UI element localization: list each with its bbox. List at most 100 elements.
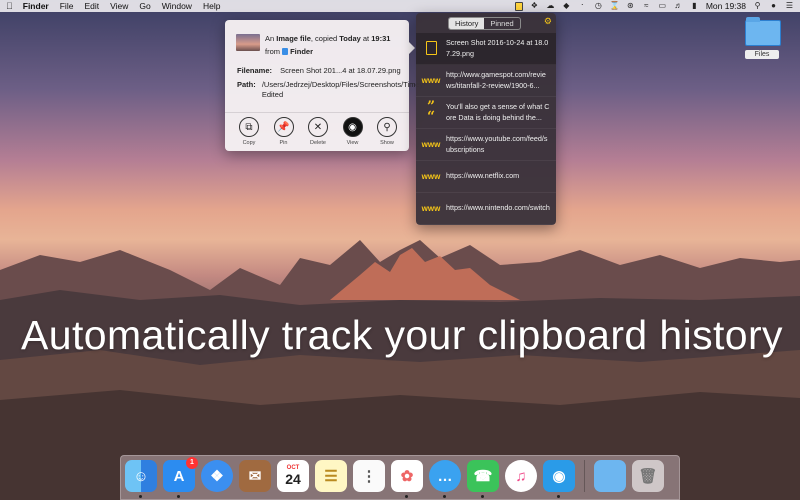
document-icon: [416, 40, 446, 57]
filename-label: Filename:: [237, 66, 273, 75]
hourglass-icon[interactable]: ⌛: [610, 2, 620, 10]
list-item[interactable]: ” “ You'll also get a sense of what Core …: [416, 97, 556, 129]
clock-icon[interactable]: ◷: [594, 2, 603, 10]
menu-window[interactable]: Window: [162, 1, 192, 11]
photos-dock-icon[interactable]: ✿: [391, 460, 423, 498]
hero-headline: Automatically track your clipboard histo…: [21, 312, 783, 358]
filename-row: Filename: Screen Shot 201...4 at 18.07.2…: [237, 66, 401, 76]
tweetbot-dock-icon[interactable]: ◉: [543, 460, 575, 498]
clip-text: http://www.gamespot.com/reviews/titanfal…: [446, 70, 546, 90]
desc-when: Today: [339, 34, 361, 43]
show-label: Show: [380, 140, 394, 146]
clip-detail-popup: An Image file, copied Today at 19:31 fro…: [225, 20, 424, 151]
show-button[interactable]: ⚲ Show: [373, 117, 401, 146]
clipboard-history-panel: History Pinned ⚙ Screen Shot 2016-10-24 …: [416, 13, 556, 225]
gear-icon[interactable]: ⚙: [544, 16, 552, 27]
www-icon: www: [421, 172, 441, 181]
list-item[interactable]: Screen Shot 2016-10-24 at 18.07.29.png: [416, 33, 556, 65]
pin-icon: 📌: [273, 117, 294, 137]
delete-button[interactable]: ✕ Delete: [304, 117, 332, 146]
tab-pinned[interactable]: Pinned: [484, 18, 519, 29]
desc-at: at: [362, 34, 370, 43]
view-label: View: [346, 140, 359, 146]
folder-icon: [745, 17, 781, 46]
eye-icon: ◉: [342, 117, 363, 137]
list-item[interactable]: www https://www.nintendo.com/switch: [416, 193, 556, 225]
filename-value: Screen Shot 201...4 at 18.07.29.png: [280, 66, 401, 75]
www-icon: www: [421, 76, 441, 85]
itunes-dock-icon[interactable]: ♫: [505, 460, 537, 492]
cloud-icon[interactable]: ☁: [546, 2, 555, 10]
tab-history[interactable]: History: [449, 18, 485, 29]
menu-app-name[interactable]: Finder: [23, 1, 49, 11]
bluetooth-status-icon[interactable]: ⊛: [626, 2, 635, 10]
desktop-folder[interactable]: Files: [745, 17, 783, 59]
clipboard-menubar-icon[interactable]: [514, 1, 523, 11]
finder-dock-icon[interactable]: ☺: [125, 460, 157, 498]
desc-copied: , copied: [310, 34, 338, 43]
calendar-dock-icon[interactable]: OCT 24: [277, 460, 309, 492]
menu-go[interactable]: Go: [139, 1, 150, 11]
dock-separator: [584, 460, 585, 492]
siri-icon[interactable]: ●: [769, 2, 778, 10]
path-value: /Users/Jedrzej/Desktop/Files/Screenshots…: [261, 80, 424, 99]
dropbox-icon[interactable]: ❖: [530, 2, 539, 10]
pin-label: Pin: [279, 140, 288, 146]
reminders-dock-icon[interactable]: ⋮: [353, 460, 385, 492]
safari-dock-icon[interactable]: ❖: [201, 460, 233, 492]
menu-bar:  Finder File Edit View Go Window Help ❖…: [0, 0, 800, 12]
quote-icon: ” “: [426, 98, 436, 125]
dock: ☺ A1 ❖ ✉ OCT 24 ☰ ⋮ ✿ … ☎ ♫ ◉ 🗑: [120, 455, 680, 500]
panel-tabs: History Pinned: [448, 17, 521, 30]
clip-text: Screen Shot 2016-10-24 at 18.07.29.png: [446, 38, 549, 58]
clip-list: Screen Shot 2016-10-24 at 18.07.29.png w…: [416, 33, 556, 225]
apple-menu-icon[interactable]: : [6, 1, 13, 11]
facetime-dock-icon[interactable]: ☎: [467, 460, 499, 498]
folder-dock-icon[interactable]: [594, 460, 626, 492]
spotlight-icon[interactable]: ⚲: [753, 2, 762, 10]
bluetooth-icon[interactable]: ᛫: [578, 2, 587, 10]
desc-prefix: An: [265, 34, 275, 43]
desc-from: from: [265, 47, 280, 56]
menu-help[interactable]: Help: [203, 1, 220, 11]
list-item[interactable]: www https://www.youtube.com/feed/subscri…: [416, 129, 556, 161]
menubar-clock[interactable]: Mon 19:38: [706, 1, 746, 11]
pin-button[interactable]: 📌 Pin: [270, 117, 298, 146]
messages-dock-icon[interactable]: …: [429, 460, 461, 498]
volume-icon[interactable]: ♬: [674, 2, 683, 10]
trash-dock-icon[interactable]: 🗑: [632, 460, 664, 492]
app-store-dock-icon[interactable]: A1: [163, 457, 198, 498]
desc-source: Finder: [290, 47, 314, 56]
mail-stamp-dock-icon[interactable]: ✉: [239, 460, 271, 492]
menu-file[interactable]: File: [60, 1, 74, 11]
list-item[interactable]: www http://www.gamespot.com/reviews/tita…: [416, 65, 556, 97]
clip-text: https://www.youtube.com/feed/subscriptio…: [446, 134, 548, 154]
diamond-icon[interactable]: ◆: [562, 2, 571, 10]
finder-icon: [282, 48, 289, 55]
view-button[interactable]: ◉ View: [339, 117, 367, 146]
battery-icon[interactable]: ▮: [690, 2, 699, 10]
desc-kind: Image file: [276, 34, 311, 43]
delete-icon: ✕: [308, 117, 328, 137]
divider: [225, 112, 409, 113]
www-icon: www: [421, 140, 441, 149]
image-thumbnail: [236, 34, 260, 51]
path-row: Path: /Users/Jedrzej/Desktop/Files/Scree…: [237, 80, 424, 100]
www-icon: www: [421, 204, 441, 213]
menu-view[interactable]: View: [110, 1, 128, 11]
copy-icon: ⧉: [239, 117, 259, 137]
action-bar: ⧉ Copy 📌 Pin ✕ Delete ◉ View ⚲ Show: [235, 117, 401, 146]
magnifier-icon: ⚲: [377, 117, 397, 137]
notification-center-icon[interactable]: ☰: [785, 2, 794, 10]
clip-description: An Image file, copied Today at 19:31 fro…: [265, 32, 405, 58]
clip-text: https://www.netflix.com: [446, 171, 520, 181]
folder-label: Files: [745, 50, 779, 59]
airplay-icon[interactable]: ▭: [658, 2, 667, 10]
clip-text: You'll also get a sense of what Core Dat…: [446, 102, 550, 122]
menu-edit[interactable]: Edit: [84, 1, 99, 11]
list-item[interactable]: www https://www.netflix.com: [416, 161, 556, 193]
delete-label: Delete: [310, 140, 326, 146]
wifi-icon[interactable]: ≈: [642, 2, 651, 10]
copy-button[interactable]: ⧉ Copy: [235, 117, 263, 146]
notes-dock-icon[interactable]: ☰: [315, 460, 347, 492]
